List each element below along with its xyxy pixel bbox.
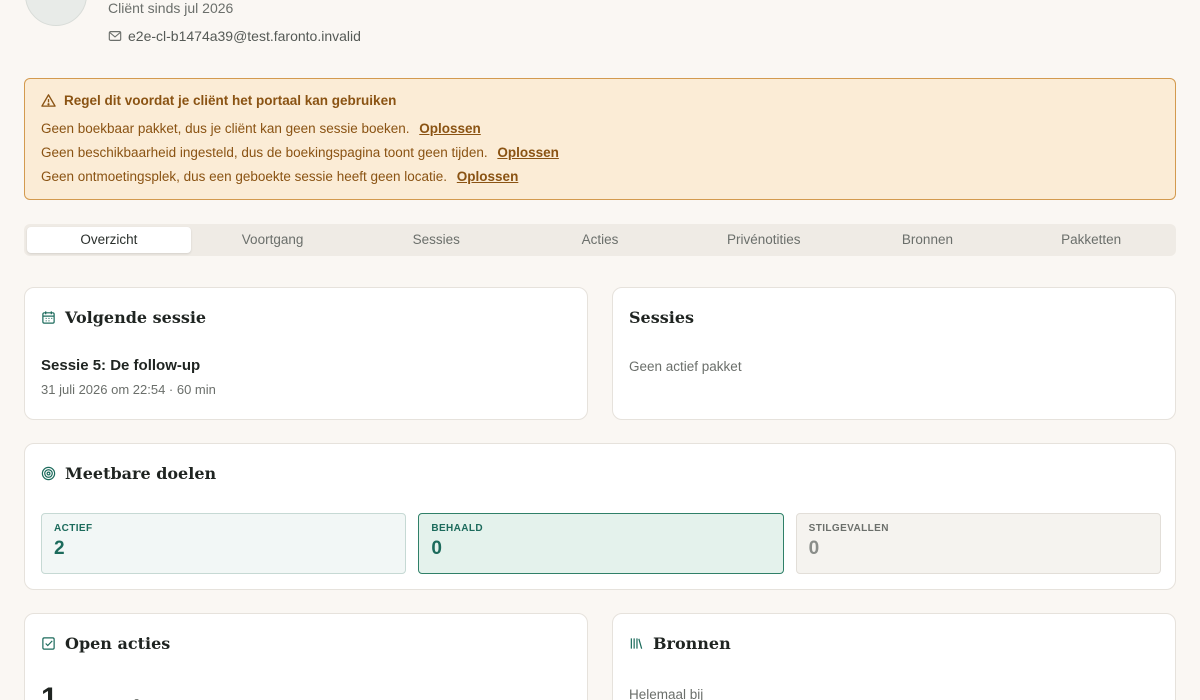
tab-acties[interactable]: Acties bbox=[518, 227, 682, 253]
tab-overzicht[interactable]: Overzicht bbox=[27, 227, 191, 253]
resources-card: Bronnen Helemaal bij bbox=[612, 613, 1176, 700]
tab-bronnen[interactable]: Bronnen bbox=[846, 227, 1010, 253]
next-session-heading: Volgende sessie bbox=[41, 308, 571, 327]
client-tabs: Overzicht Voortgang Sessies Acties Privé… bbox=[24, 224, 1176, 256]
alert-item-text: Geen ontmoetingsplek, dus een geboekte s… bbox=[41, 169, 448, 184]
sessions-card: Sessies Geen actief pakket bbox=[612, 287, 1176, 420]
goals-card: Meetbare doelen ACTIEF 2 BEHAALD 0 STILG… bbox=[24, 443, 1176, 590]
alert-item: Geen ontmoetingsplek, dus een geboekte s… bbox=[41, 165, 1159, 189]
tab-sessies[interactable]: Sessies bbox=[354, 227, 518, 253]
alert-title-text: Regel dit voordat je cliënt het portaal … bbox=[64, 93, 397, 108]
checkbox-icon bbox=[42, 637, 55, 650]
fix-package-link[interactable]: Oplossen bbox=[419, 121, 481, 136]
calendar-icon bbox=[42, 311, 55, 324]
alert-item-text: Geen beschikbaarheid ingesteld, dus de b… bbox=[41, 145, 488, 160]
client-avatar bbox=[25, 0, 87, 26]
open-actions-sub: 0 bbox=[133, 696, 140, 700]
resources-heading-text: Bronnen bbox=[653, 634, 731, 653]
goal-stat-achieved[interactable]: BEHAALD 0 bbox=[418, 513, 784, 574]
alert-title: Regel dit voordat je cliënt het portaal … bbox=[41, 93, 1159, 108]
next-session-card: Volgende sessie Sessie 5: De follow-up 3… bbox=[24, 287, 588, 420]
goal-stat-active[interactable]: ACTIEF 2 bbox=[41, 513, 407, 574]
client-since: Cliënt sinds jul 2026 bbox=[108, 0, 234, 16]
setup-warning-alert: Regel dit voordat je cliënt het portaal … bbox=[24, 78, 1176, 200]
open-actions-heading-text: Open acties bbox=[65, 634, 171, 653]
warning-icon bbox=[41, 94, 56, 107]
open-actions-card: Open acties 1 0 bbox=[24, 613, 588, 700]
stat-label: BEHAALD bbox=[431, 523, 484, 534]
client-email[interactable]: e2e-cl-b1474a39@test.faronto.invalid bbox=[128, 28, 361, 44]
sessions-empty-text: Geen actief pakket bbox=[629, 359, 742, 374]
resources-heading: Bronnen bbox=[629, 634, 1159, 653]
stat-value: 0 bbox=[431, 538, 442, 559]
stat-label: ACTIEF bbox=[54, 523, 93, 534]
fix-availability-link[interactable]: Oplossen bbox=[497, 145, 559, 160]
stat-label: STILGEVALLEN bbox=[808, 523, 889, 534]
resources-status: Helemaal bij bbox=[629, 687, 704, 700]
next-session-title[interactable]: Sessie 5: De follow-up bbox=[41, 357, 571, 374]
library-icon bbox=[630, 638, 643, 649]
alert-item: Geen beschikbaarheid ingesteld, dus de b… bbox=[41, 141, 1159, 165]
tab-privenotities[interactable]: Privénotities bbox=[682, 227, 846, 253]
stat-value: 2 bbox=[54, 538, 65, 559]
tab-pakketten[interactable]: Pakketten bbox=[1009, 227, 1173, 253]
alert-item-text: Geen boekbaar pakket, dus je cliënt kan … bbox=[41, 121, 410, 136]
mail-icon bbox=[108, 31, 122, 41]
client-email-row: e2e-cl-b1474a39@test.faronto.invalid bbox=[108, 28, 361, 44]
goals-heading: Meetbare doelen bbox=[41, 464, 1159, 483]
next-session-meta: 31 juli 2026 om 22:54 · 60 min bbox=[41, 382, 216, 397]
goals-heading-text: Meetbare doelen bbox=[65, 464, 217, 483]
stat-value: 0 bbox=[808, 538, 820, 559]
target-icon bbox=[41, 466, 56, 481]
open-actions-heading: Open acties bbox=[41, 634, 571, 653]
tab-voortgang[interactable]: Voortgang bbox=[191, 227, 355, 253]
alert-item: Geen boekbaar pakket, dus je cliënt kan … bbox=[41, 117, 1159, 141]
next-session-heading-text: Volgende sessie bbox=[65, 308, 207, 327]
open-actions-count: 1 bbox=[41, 682, 58, 700]
fix-location-link[interactable]: Oplossen bbox=[457, 169, 519, 184]
sessions-heading: Sessies bbox=[629, 308, 695, 327]
goal-stat-stalled[interactable]: STILGEVALLEN 0 bbox=[795, 513, 1161, 574]
goals-stats: ACTIEF 2 BEHAALD 0 STILGEVALLEN 0 bbox=[41, 513, 1161, 574]
